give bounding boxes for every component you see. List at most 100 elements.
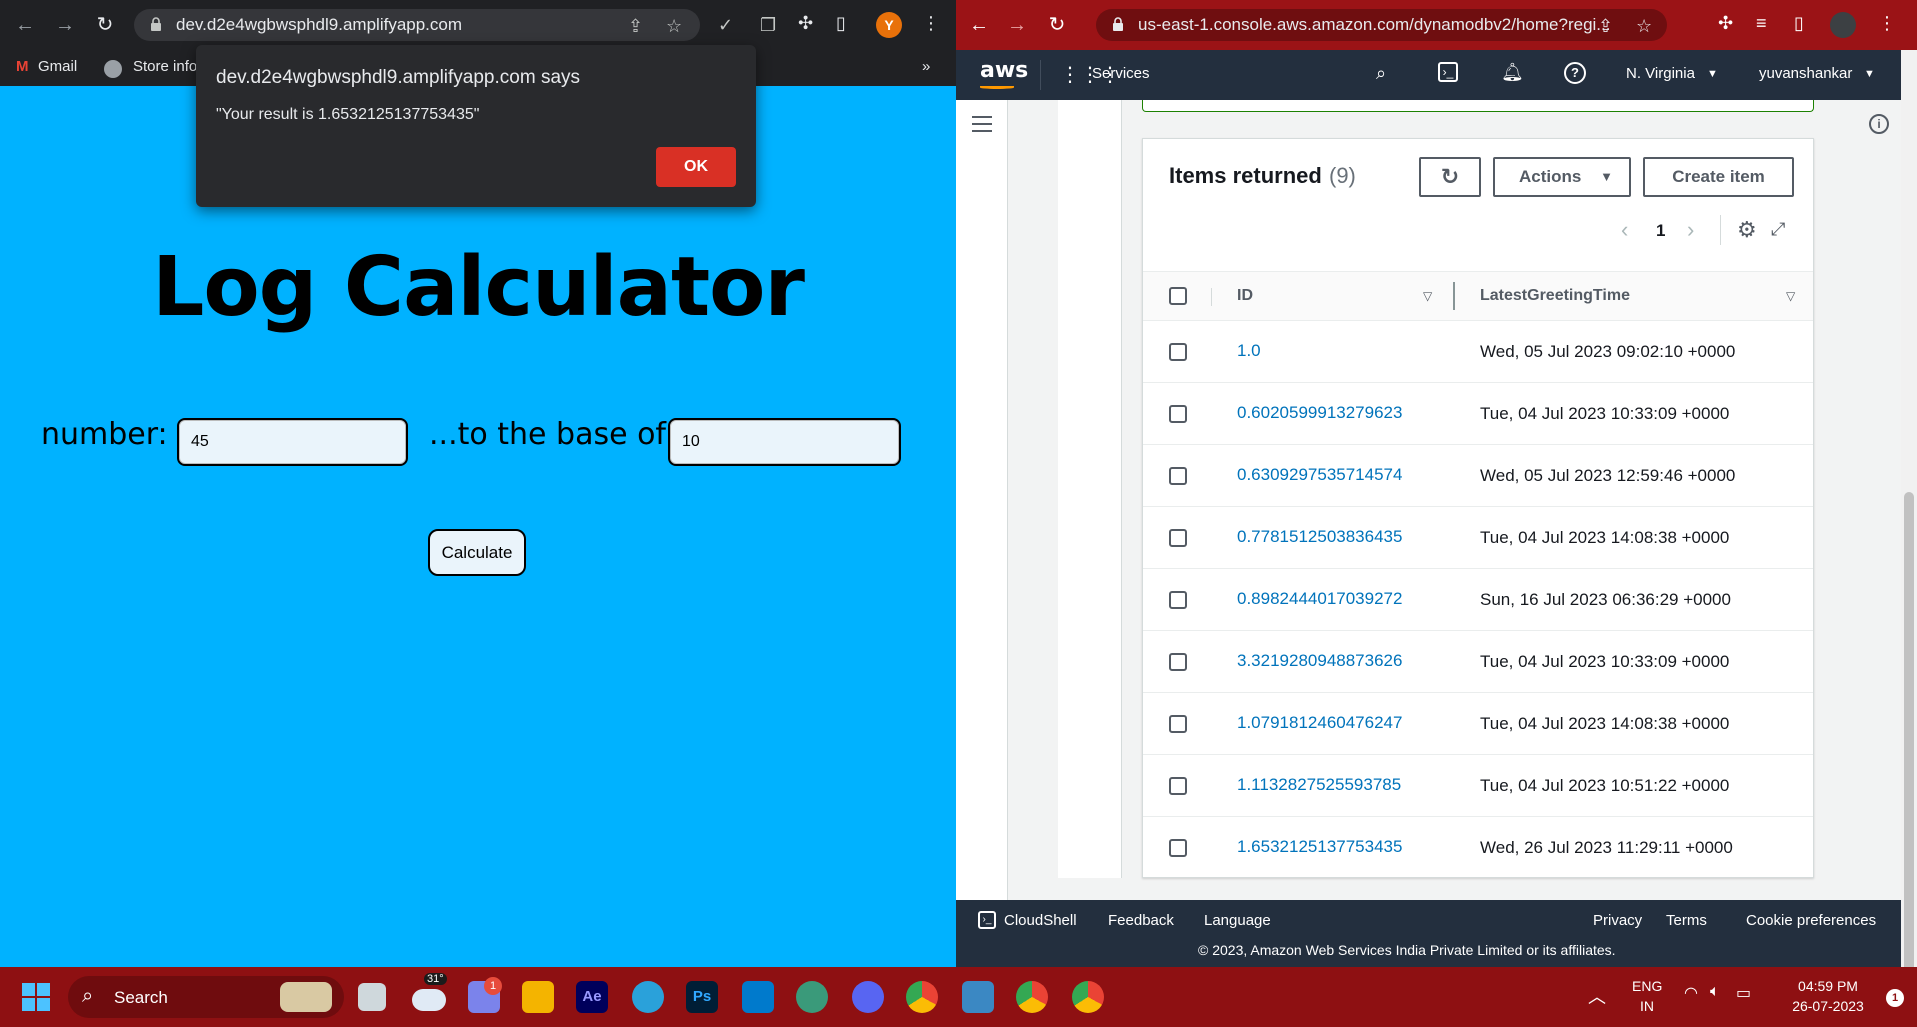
row-checkbox[interactable] [1169, 467, 1187, 485]
clock-time[interactable]: 04:59 PM [1780, 978, 1876, 994]
volume-icon[interactable]: 🔈︎ [1710, 983, 1720, 1001]
footer-cookie-preferences[interactable]: Cookie preferences [1746, 912, 1876, 929]
reload-icon[interactable]: ↻ [94, 14, 116, 36]
row-checkbox[interactable] [1169, 343, 1187, 361]
item-id-link[interactable]: 1.1132827525593785 [1237, 775, 1401, 795]
base-input[interactable]: 10 [668, 418, 901, 466]
column-header-id[interactable]: ID [1237, 272, 1253, 320]
footer-cloudshell[interactable]: CloudShell [1004, 912, 1077, 929]
clock-date[interactable]: 26-07-2023 [1780, 998, 1876, 1014]
row-checkbox[interactable] [1169, 653, 1187, 671]
search-icon[interactable]: ⌕ [1376, 63, 1386, 84]
vscode-icon[interactable] [742, 981, 774, 1013]
star-icon[interactable]: ☆ [666, 17, 682, 35]
checkmark-extension-icon[interactable]: ✓ [718, 16, 733, 34]
left-address-bar[interactable]: dev.d2e4wgbwsphdl9.amplifyapp.com ⇪ ☆ [134, 9, 700, 41]
bookmark-store-info[interactable]: Store info [133, 58, 197, 75]
menu-kebab-icon[interactable]: ⋮ [1878, 14, 1896, 32]
alert-ok-button[interactable]: OK [656, 147, 736, 187]
side-panel-icon[interactable]: ▯ [1794, 14, 1804, 32]
discord-icon[interactable] [852, 981, 884, 1013]
side-panel-icon[interactable]: ▯ [836, 14, 846, 32]
row-checkbox[interactable] [1169, 405, 1187, 423]
after-effects-icon[interactable]: Ae [576, 981, 608, 1013]
footer-terms[interactable]: Terms [1666, 912, 1707, 929]
menu-kebab-icon[interactable]: ⋮ [922, 14, 940, 32]
region-selector[interactable]: N. Virginia [1626, 65, 1695, 82]
column-header-latestgreetingtime[interactable]: LatestGreetingTime [1480, 272, 1630, 320]
create-item-button[interactable]: Create item [1643, 157, 1794, 197]
table-row[interactable]: 3.3219280948873626 Tue, 04 Jul 2023 10:33… [1143, 631, 1813, 693]
settings-gear-icon[interactable]: ⚙ [1737, 217, 1757, 243]
row-checkbox[interactable] [1169, 715, 1187, 733]
account-menu[interactable]: yuvanshankar [1759, 65, 1852, 82]
notification-badge[interactable]: 1 [1886, 989, 1904, 1007]
item-id-link[interactable]: 3.3219280948873626 [1237, 651, 1402, 671]
help-icon[interactable]: ? [1564, 62, 1586, 84]
table-row[interactable]: 1.6532125137753435 Wed, 26 Jul 2023 11:29… [1143, 817, 1813, 879]
table-row[interactable]: 0.6309297535714574 Wed, 05 Jul 2023 12:59… [1143, 445, 1813, 507]
extensions-puzzle-icon[interactable]: ✣ [1718, 14, 1733, 32]
table-row[interactable]: 1.0791812460476247 Tue, 04 Jul 2023 14:08… [1143, 693, 1813, 755]
forward-arrow-icon[interactable]: → [1006, 14, 1028, 36]
more-bookmarks-chevron-icon[interactable]: » [922, 58, 930, 75]
row-checkbox[interactable] [1169, 529, 1187, 547]
current-page-number[interactable]: 1 [1656, 221, 1665, 241]
fullscreen-icon[interactable]: ⤢ [1771, 219, 1785, 240]
table-row[interactable]: 1.0 Wed, 05 Jul 2023 09:02:10 +0000 [1143, 321, 1813, 383]
actions-button[interactable]: Actions ▼ [1493, 157, 1631, 197]
number-input[interactable]: 45 [177, 418, 408, 466]
battery-icon[interactable]: ▭ [1736, 983, 1751, 1003]
info-icon[interactable]: i [1869, 114, 1889, 134]
item-id-link[interactable]: 0.8982444017039272 [1237, 589, 1402, 609]
star-icon[interactable]: ☆ [1636, 17, 1652, 35]
item-id-link[interactable]: 1.6532125137753435 [1237, 837, 1402, 857]
footer-language[interactable]: Language [1204, 912, 1271, 929]
table-row[interactable]: 1.1132827525593785 Tue, 04 Jul 2023 10:51… [1143, 755, 1813, 817]
footer-privacy[interactable]: Privacy [1593, 912, 1642, 929]
row-checkbox[interactable] [1169, 591, 1187, 609]
task-view-icon[interactable] [358, 983, 386, 1011]
scrollbar-thumb[interactable] [1904, 492, 1914, 967]
footer-feedback[interactable]: Feedback [1108, 912, 1174, 929]
sort-icon[interactable]: ▽ [1786, 272, 1795, 320]
page-scrollbar[interactable] [1901, 50, 1917, 967]
language-indicator-line2[interactable]: IN [1632, 998, 1662, 1014]
file-explorer-icon[interactable] [522, 981, 554, 1013]
copy-extension-icon[interactable]: ❐ [760, 16, 776, 34]
aws-logo[interactable]: aws [980, 58, 1028, 83]
table-row[interactable]: 0.6020599913279623 Tue, 04 Jul 2023 10:33… [1143, 383, 1813, 445]
windows-start-icon[interactable] [22, 983, 50, 1011]
forward-arrow-icon[interactable]: → [54, 14, 76, 36]
item-id-link[interactable]: 0.6309297535714574 [1237, 465, 1402, 485]
bookmark-gmail[interactable]: Gmail [38, 58, 77, 75]
extensions-puzzle-icon[interactable]: ✣ [798, 14, 813, 32]
next-page-chevron-icon[interactable]: › [1687, 217, 1694, 243]
sort-icon[interactable]: ▽ [1423, 272, 1432, 320]
hamburger-menu-icon[interactable] [972, 116, 992, 132]
services-menu[interactable]: Services [1092, 65, 1150, 82]
remote-desktop-icon[interactable] [962, 981, 994, 1013]
item-id-link[interactable]: 1.0791812460476247 [1237, 713, 1402, 733]
refresh-button[interactable]: ↻ [1419, 157, 1481, 197]
weather-cloud-icon[interactable] [412, 989, 446, 1011]
profile-avatar[interactable] [1830, 12, 1856, 38]
app-icon[interactable] [796, 981, 828, 1013]
chrome-profile-y-icon[interactable] [1072, 981, 1104, 1013]
row-checkbox[interactable] [1169, 839, 1187, 857]
select-all-checkbox[interactable] [1169, 287, 1187, 305]
wifi-icon[interactable]: ◠ [1684, 983, 1698, 1003]
column-resizer[interactable] [1453, 282, 1455, 310]
photoshop-icon[interactable]: Ps [686, 981, 718, 1013]
right-address-bar[interactable]: us-east-1.console.aws.amazon.com/dynamod… [1096, 9, 1667, 41]
back-arrow-icon[interactable]: ← [968, 14, 990, 36]
row-checkbox[interactable] [1169, 777, 1187, 795]
language-indicator-line1[interactable]: ENG [1632, 978, 1662, 994]
share-icon[interactable]: ⇪ [1598, 17, 1613, 35]
item-id-link[interactable]: 0.6020599913279623 [1237, 403, 1402, 423]
chrome-icon[interactable] [906, 981, 938, 1013]
chrome-profile-icon[interactable] [1016, 981, 1048, 1013]
calculate-button[interactable]: Calculate [428, 529, 526, 576]
item-id-link[interactable]: 1.0 [1237, 341, 1261, 361]
taskbar-search-box[interactable]: ⌕ Search [68, 976, 344, 1018]
